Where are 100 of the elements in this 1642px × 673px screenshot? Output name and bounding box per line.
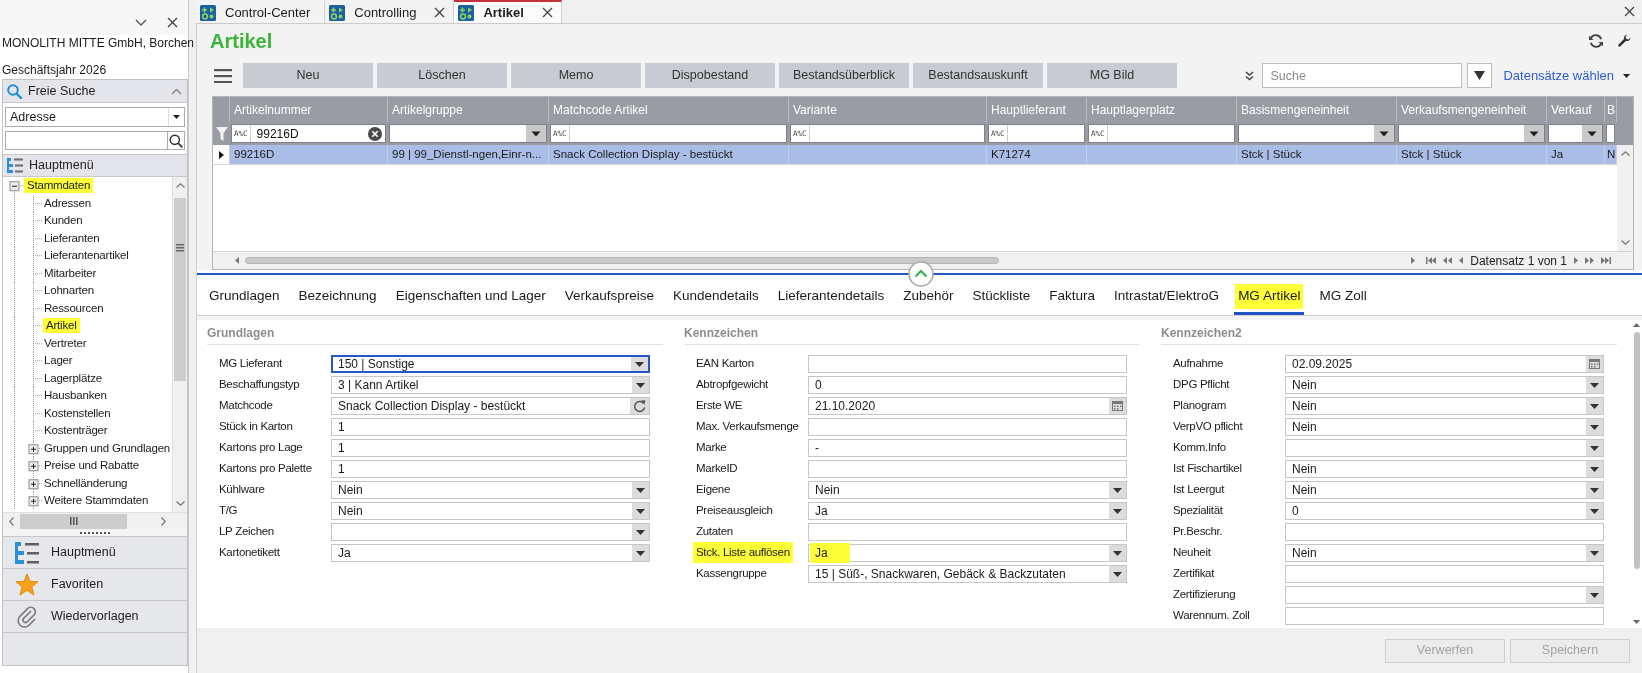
- calendar-icon[interactable]: [1586, 355, 1603, 372]
- scroll-down-icon[interactable]: [1620, 240, 1630, 245]
- dropdown-field[interactable]: 15 | Süß-, Snackwaren, Gebäck & Backzutaten: [808, 564, 1127, 583]
- filter-dropdown[interactable]: [1398, 124, 1545, 143]
- scrollbar-thumb[interactable]: [245, 257, 999, 264]
- dropdown-field[interactable]: Nein: [808, 480, 1127, 499]
- chevron-down-icon[interactable]: [135, 18, 147, 26]
- nav-button[interactable]: Hauptmenü: [3, 536, 187, 568]
- tree-item[interactable]: Ressourcen: [43, 300, 105, 316]
- scroll-left-icon[interactable]: [235, 257, 239, 264]
- tree-item[interactable]: Lager: [43, 353, 74, 369]
- tree-item[interactable]: Kostenstellen: [43, 405, 112, 421]
- tree-item[interactable]: Weitere Stammdaten: [43, 493, 150, 509]
- tab[interactable]: Stückliste: [968, 278, 1035, 315]
- date-field[interactable]: 02.09.2025: [1285, 354, 1604, 373]
- collapse-icon[interactable]: [9, 181, 20, 192]
- tab[interactable]: Intrastat/ElektroG: [1110, 278, 1224, 315]
- search-field[interactable]: Suche: [1262, 63, 1463, 88]
- close-icon[interactable]: [434, 7, 446, 18]
- text-field[interactable]: [808, 354, 1127, 373]
- text-field[interactable]: Snack Collection Display - bestückt: [331, 396, 650, 415]
- dropdown-field[interactable]: Nein: [331, 501, 650, 520]
- text-field[interactable]: 0: [808, 375, 1127, 394]
- tree-item[interactable]: Kunden: [43, 213, 84, 229]
- toolbar-button[interactable]: Dispobestand: [645, 63, 775, 88]
- tab[interactable]: Grundlagen: [205, 278, 284, 315]
- tree-item[interactable]: Stammdaten: [24, 178, 94, 194]
- refresh-icon[interactable]: [630, 397, 649, 414]
- scroll-left-icon[interactable]: [9, 516, 14, 526]
- expand-icon[interactable]: [28, 443, 39, 454]
- dropdown-field[interactable]: Ja: [808, 501, 1127, 520]
- text-field[interactable]: [1285, 606, 1604, 625]
- filter-dropdown[interactable]: [1238, 124, 1395, 143]
- scrollbar-thumb[interactable]: [1633, 332, 1640, 569]
- toolbar-button[interactable]: MG Bild: [1047, 63, 1177, 88]
- text-field[interactable]: -: [808, 438, 1127, 457]
- tab[interactable]: Eigenschaften und Lager: [391, 278, 550, 315]
- scroll-up-icon[interactable]: [1633, 323, 1640, 327]
- toolbar-button[interactable]: Löschen: [377, 63, 507, 88]
- scroll-down-icon[interactable]: [1633, 620, 1640, 624]
- splitter-grip-icon[interactable]: [80, 531, 110, 534]
- filter-icon[interactable]: [215, 126, 228, 141]
- filter-button[interactable]: [1467, 63, 1493, 88]
- toolbar-button[interactable]: Neu: [243, 63, 373, 88]
- tab[interactable]: Verkaufspreise: [560, 278, 659, 315]
- scrollbar-thumb[interactable]: [20, 513, 127, 529]
- chevron-up-icon[interactable]: [908, 261, 934, 287]
- dropdown-field[interactable]: Nein: [1285, 396, 1604, 415]
- nav-button[interactable]: Wiedervorlagen: [3, 600, 187, 632]
- dropdown-field[interactable]: Ja: [331, 543, 650, 562]
- wrench-icon[interactable]: [1617, 34, 1631, 48]
- tree-item[interactable]: Hausbanken: [43, 388, 108, 404]
- tree-item[interactable]: Gruppen und Grundlagen: [43, 440, 172, 456]
- tab[interactable]: Faktura: [1045, 278, 1100, 315]
- dropdown-field[interactable]: [1285, 585, 1604, 604]
- expand-icon[interactable]: [28, 461, 39, 472]
- tab[interactable]: MG Zoll: [1315, 278, 1371, 315]
- dropdown-field[interactable]: [331, 522, 650, 541]
- close-icon[interactable]: [1624, 6, 1635, 17]
- expand-icon[interactable]: [28, 478, 39, 489]
- dropdown-field[interactable]: 3 | Kann Artikel: [331, 375, 650, 394]
- dropdown-field[interactable]: Nein: [1285, 375, 1604, 394]
- scroll-right-icon[interactable]: [1411, 257, 1416, 264]
- caret-icon[interactable]: [1623, 73, 1630, 78]
- tree-item[interactable]: Lagerplätze: [43, 370, 103, 386]
- double-chevron-down-icon[interactable]: [1245, 70, 1255, 81]
- close-icon[interactable]: [167, 16, 178, 28]
- clear-icon[interactable]: [368, 126, 382, 141]
- accordion-header[interactable]: Hauptmenü: [3, 154, 187, 176]
- dropdown-field[interactable]: Nein: [1285, 543, 1604, 562]
- close-icon[interactable]: [541, 7, 553, 18]
- toolbar-button[interactable]: Bestandsüberblick: [779, 63, 909, 88]
- toolbar-button[interactable]: Memo: [511, 63, 641, 88]
- date-field[interactable]: 21.10.2020: [808, 396, 1127, 415]
- tab[interactable]: Lieferantendetails: [773, 278, 889, 315]
- text-field[interactable]: [808, 417, 1127, 436]
- filter-field[interactable]: [1606, 124, 1615, 143]
- scroll-down-icon[interactable]: [175, 501, 185, 506]
- dropdown-field[interactable]: Nein: [1285, 480, 1604, 499]
- scrollbar-thumb[interactable]: [174, 198, 186, 381]
- tab[interactable]: Zubehör: [899, 278, 958, 315]
- text-field[interactable]: 1: [331, 417, 650, 436]
- first-record-icon[interactable]: [1426, 257, 1437, 264]
- text-field[interactable]: 1: [331, 438, 650, 457]
- tree-item[interactable]: Preise und Rabatte: [43, 458, 140, 474]
- accordion-header[interactable]: Freie Suche: [3, 80, 187, 102]
- tree-item[interactable]: Artikel: [43, 318, 80, 334]
- text-field[interactable]: [808, 522, 1127, 541]
- chevron-up-icon[interactable]: [171, 87, 182, 95]
- calendar-icon[interactable]: [1109, 397, 1126, 414]
- text-field[interactable]: [1285, 522, 1604, 541]
- tab[interactable]: Bezeichnung: [294, 278, 381, 315]
- tab[interactable]: Artikel: [454, 0, 562, 23]
- expand-icon[interactable]: [28, 496, 39, 507]
- nav-button[interactable]: Favoriten: [3, 568, 187, 600]
- toolbar-button[interactable]: Bestandsauskunft: [913, 63, 1043, 88]
- tab[interactable]: Kundendetails: [669, 278, 763, 315]
- last-record-icon[interactable]: [1601, 257, 1611, 264]
- text-field[interactable]: [1285, 564, 1604, 583]
- text-field[interactable]: 1: [331, 459, 650, 478]
